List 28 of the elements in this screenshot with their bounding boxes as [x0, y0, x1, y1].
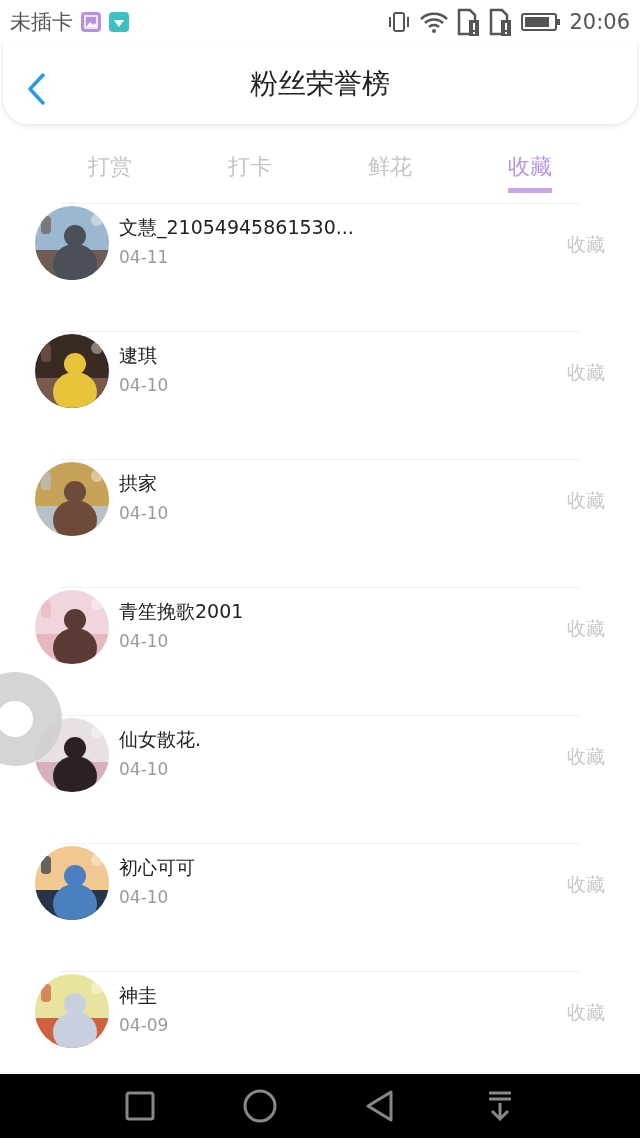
fan-date: 04-10	[119, 759, 170, 779]
sim-icon	[457, 8, 482, 36]
app-icon	[109, 12, 129, 32]
fan-name: 拱家	[119, 471, 158, 496]
fan-name: 文慧_21054945861530...	[119, 215, 355, 241]
tab[interactable]: 打卡	[228, 125, 272, 193]
carrier-text: 未插卡	[10, 9, 73, 36]
fan-name: 青笙挽歌2001	[119, 599, 245, 624]
vibrate-icon	[387, 11, 412, 33]
page-title: 粉丝荣誉榜	[250, 66, 390, 102]
fan-name: 仙女散花.	[119, 727, 203, 752]
fan-name: 逮琪	[119, 343, 158, 368]
clock-text: 20:06	[569, 10, 630, 34]
fan-date: 04-10	[119, 631, 170, 651]
fan-date: 04-10	[119, 375, 170, 395]
fan-name: 神圭	[119, 983, 158, 1008]
tab[interactable]: 打赏	[88, 125, 132, 193]
gallery-icon	[81, 12, 101, 32]
fan-date: 04-09	[119, 1015, 170, 1035]
battery-icon	[521, 12, 562, 32]
fan-date: 04-10	[119, 503, 170, 523]
fan-date: 04-10	[119, 887, 170, 907]
tab[interactable]: 鲜花	[368, 125, 412, 193]
wifi-icon	[419, 11, 450, 33]
fan-name: 初心可可	[119, 855, 196, 880]
sim-icon	[489, 8, 514, 36]
tab[interactable]: 收藏	[508, 125, 552, 193]
fan-date: 04-11	[119, 247, 170, 267]
